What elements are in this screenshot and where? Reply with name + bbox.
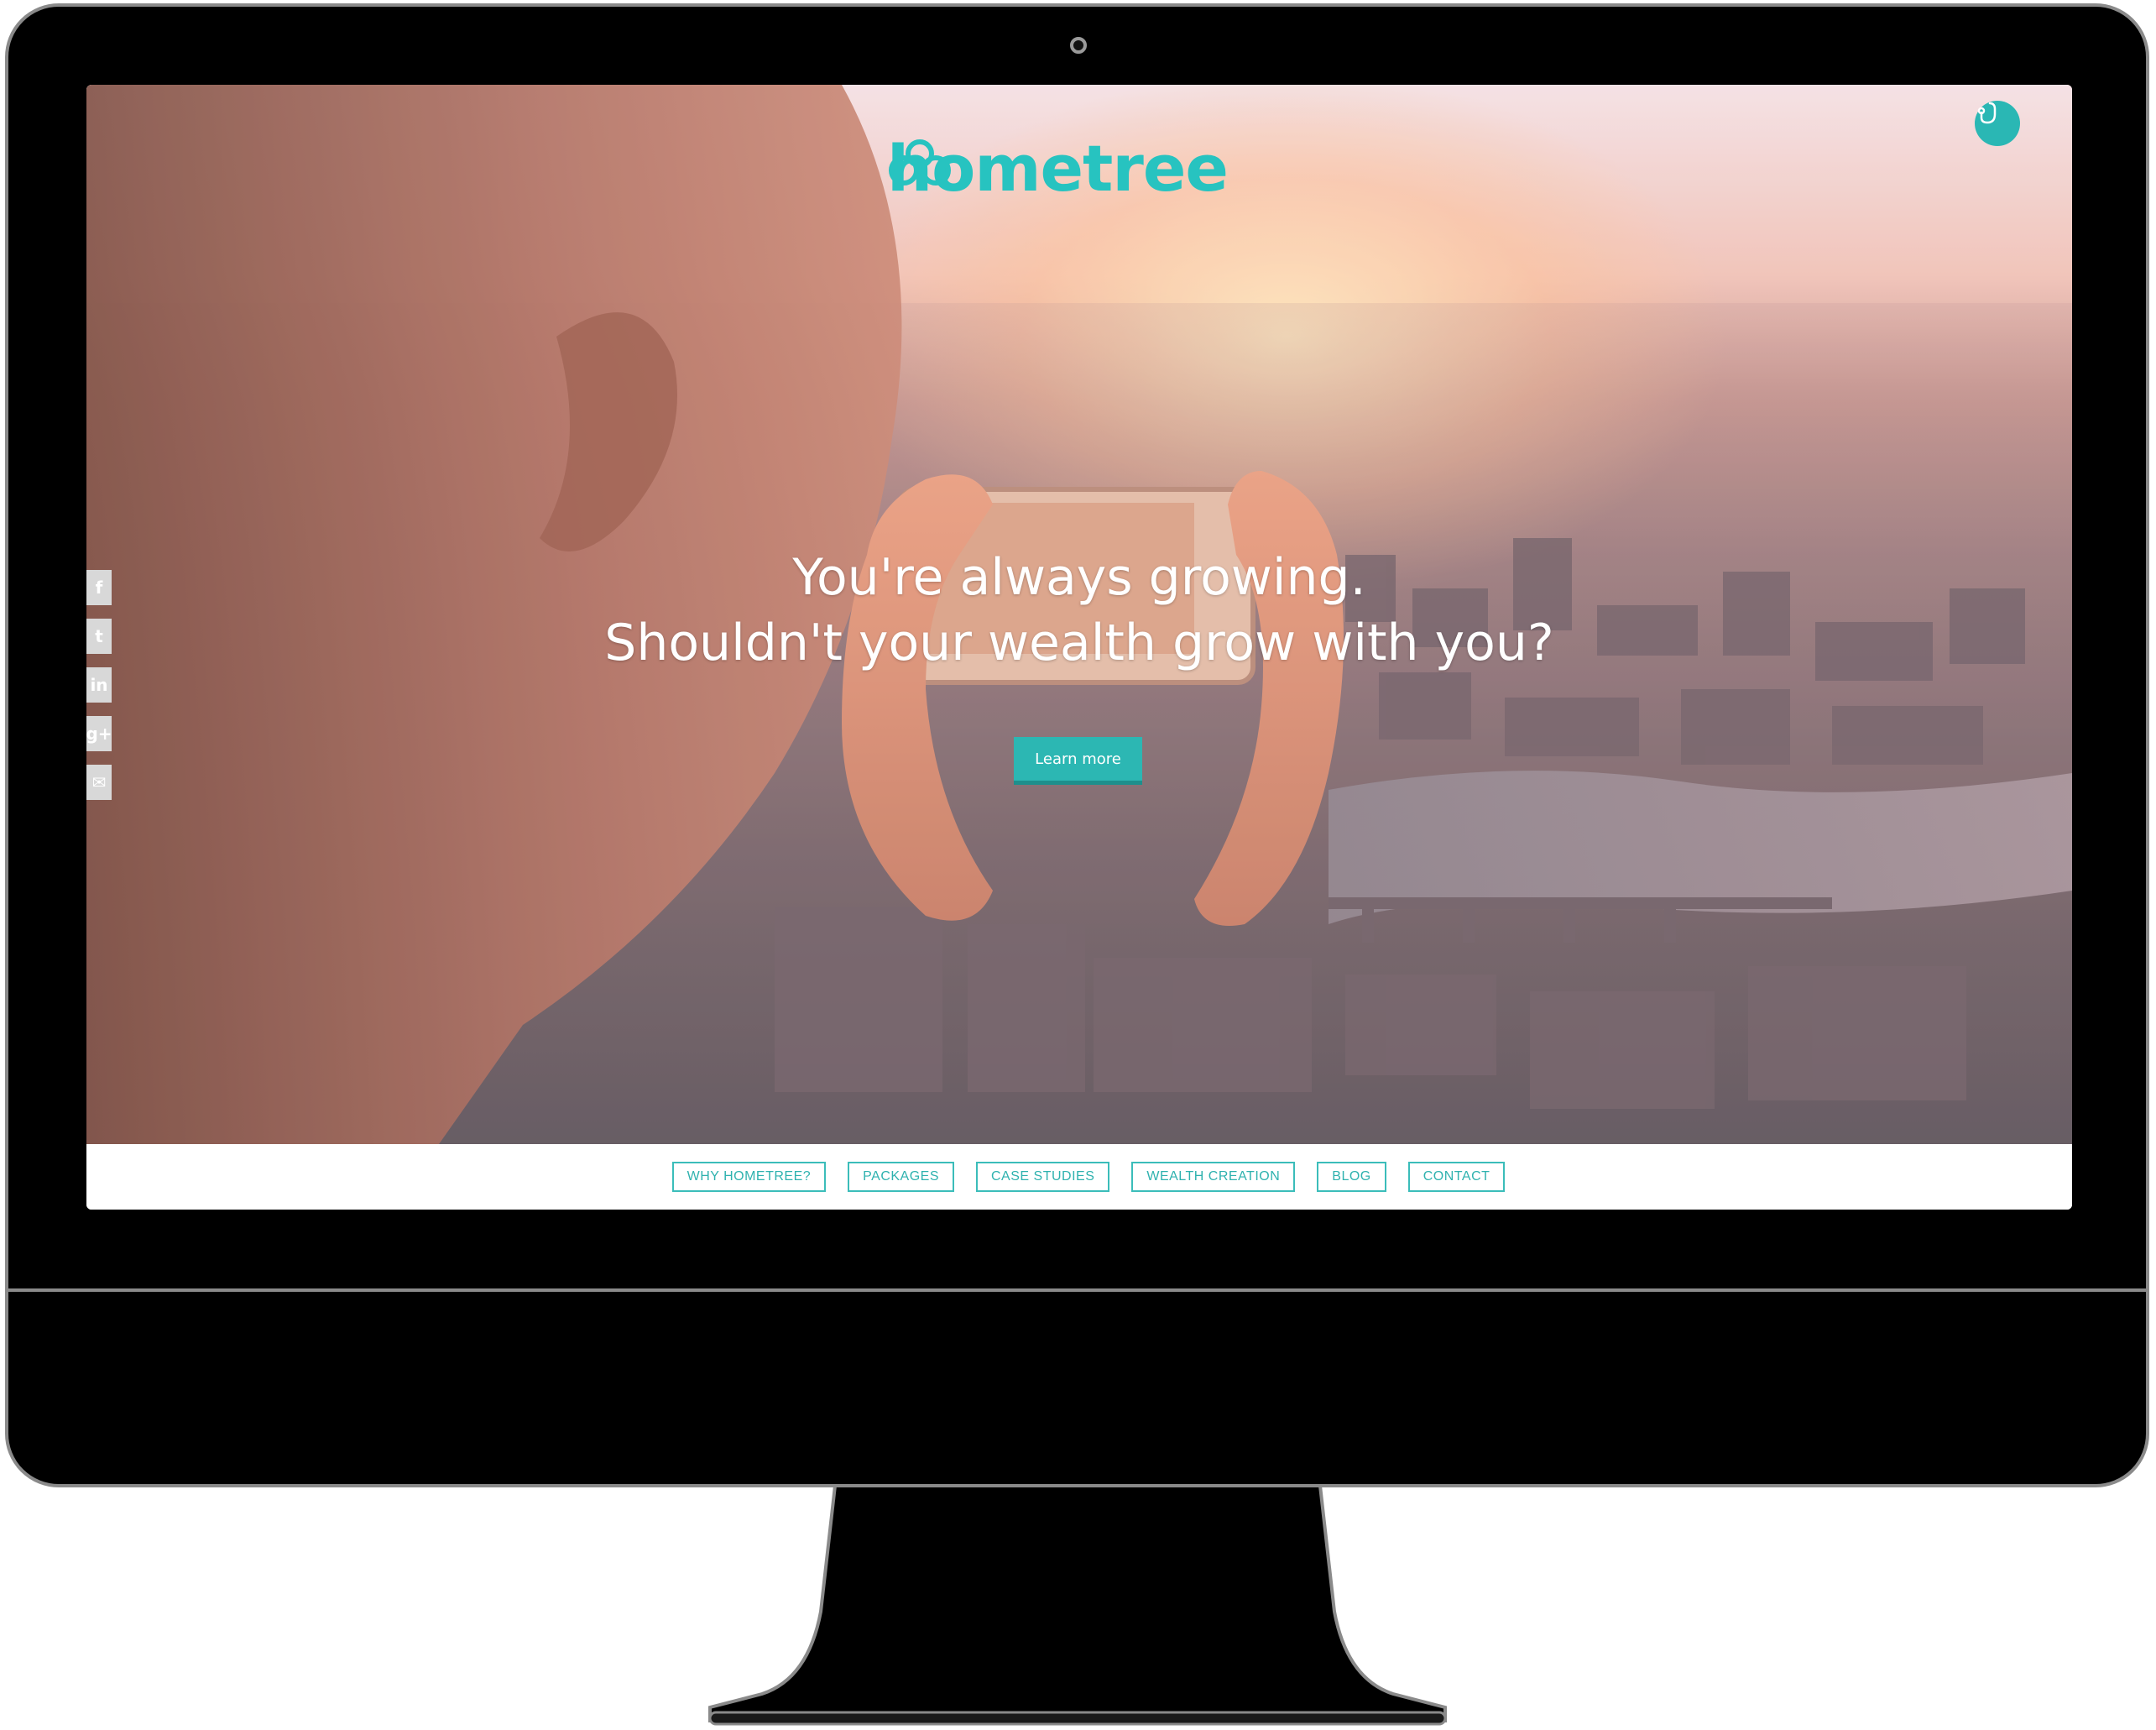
nav-wealth-creation[interactable]: WEALTH CREATION xyxy=(1131,1162,1296,1192)
camera-icon xyxy=(1070,37,1087,54)
hero-section: hometree You're always growing. Shouldn'… xyxy=(86,85,2072,1144)
site-logo[interactable]: hometree xyxy=(884,137,1229,201)
imac-mockup: hometree You're always growing. Shouldn'… xyxy=(0,0,2156,1730)
headline-line-1: You're always growing. xyxy=(792,548,1366,607)
twitter-icon[interactable]: t xyxy=(86,619,112,654)
monitor-chin-divider xyxy=(5,1288,2149,1292)
screen: hometree You're always growing. Shouldn'… xyxy=(86,85,2072,1210)
learn-more-button[interactable]: Learn more xyxy=(1014,737,1142,785)
hometree-logo-icon xyxy=(889,139,951,186)
stethoscope-icon xyxy=(1977,102,1997,124)
nav-packages[interactable]: PACKAGES xyxy=(848,1162,954,1192)
google-plus-icon[interactable]: g+ xyxy=(86,716,112,751)
bottom-navigation: WHY HOMETREE? PACKAGES CASE STUDIES WEAL… xyxy=(86,1144,2072,1210)
nav-why-hometree[interactable]: WHY HOMETREE? xyxy=(671,1162,827,1192)
menu-button[interactable] xyxy=(1975,101,2020,146)
social-share-bar: f t in g+ ✉ xyxy=(86,570,112,813)
facebook-icon[interactable]: f xyxy=(86,570,112,605)
nav-blog[interactable]: BLOG xyxy=(1317,1162,1386,1192)
linkedin-icon[interactable]: in xyxy=(86,667,112,703)
nav-contact[interactable]: CONTACT xyxy=(1407,1162,1506,1192)
headline-line-2: Shouldn't your wealth grow with you? xyxy=(604,614,1554,672)
hero-headline: You're always growing. Shouldn't your we… xyxy=(86,545,2072,676)
nav-case-studies[interactable]: CASE STUDIES xyxy=(976,1162,1110,1192)
email-icon[interactable]: ✉ xyxy=(86,765,112,800)
